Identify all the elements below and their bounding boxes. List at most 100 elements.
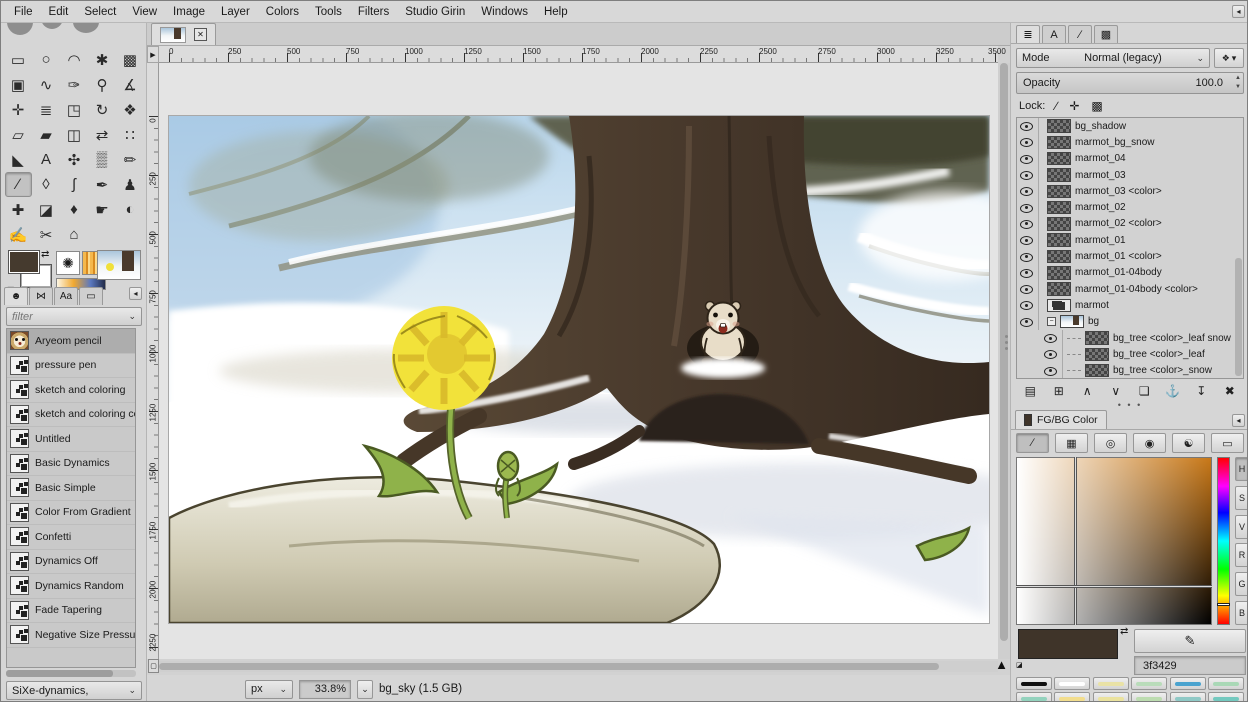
visibility-eye-icon[interactable] [1019, 202, 1034, 214]
tool-button[interactable]: ◠ [61, 47, 88, 72]
visibility-eye-icon[interactable] [1019, 299, 1034, 311]
tool-button[interactable]: ♦ [61, 197, 88, 222]
layer-mode-combo[interactable]: Mode Normal (legacy) ⌄ [1016, 48, 1210, 68]
lock-icon[interactable]: ✛ [1069, 99, 1079, 113]
tab-menu-button[interactable]: ◂ [1232, 5, 1245, 18]
menu-item[interactable]: Image [166, 4, 212, 20]
color-selector-button[interactable]: ∕ [1016, 433, 1049, 453]
dynamics-list-item[interactable]: Dynamics Off [7, 550, 135, 575]
layer-row[interactable]: marmot_bg_snow [1017, 134, 1243, 150]
visibility-eye-icon[interactable] [1019, 267, 1034, 279]
color-selector-button[interactable]: ▦ [1055, 433, 1088, 453]
horizontal-ruler[interactable]: 0250500750100012501500175020002250250027… [159, 46, 998, 63]
saturation-value-square[interactable] [1016, 457, 1212, 625]
layer-row[interactable]: marmot [1017, 297, 1243, 313]
color-history-swatch[interactable] [1093, 677, 1129, 690]
tool-button[interactable]: ✂ [33, 222, 60, 247]
layer-row[interactable]: bg_tree <color>_leaf [1017, 346, 1243, 362]
tab-menu-button[interactable]: ◂ [1232, 414, 1245, 427]
menu-item[interactable]: Layer [214, 4, 257, 20]
tool-button[interactable]: ◣ [5, 147, 32, 172]
dynamics-list-item[interactable]: Color From Gradient [7, 501, 135, 526]
quickmask-toggle[interactable]: ▢ [148, 659, 159, 673]
color-history-swatch[interactable] [1131, 692, 1167, 702]
color-selector-button[interactable]: ◉ [1133, 433, 1166, 453]
dynamics-list-item[interactable]: Basic Dynamics [7, 452, 135, 477]
dynamics-list-item[interactable]: Fade Tapering [7, 599, 135, 624]
dynamics-list-item[interactable]: Untitled [7, 427, 135, 452]
hex-input[interactable]: 3f3429 [1134, 656, 1246, 675]
layers-footer-button[interactable]: ✖ [1219, 382, 1241, 400]
layer-row[interactable]: marmot_01 <color> [1017, 248, 1243, 264]
dynamics-list-item[interactable]: sketch and coloring [7, 378, 135, 403]
visibility-eye-icon[interactable] [1019, 234, 1034, 246]
dock-separator-grip[interactable]: • • • [1011, 402, 1248, 410]
group-expander-icon[interactable]: − [1047, 317, 1056, 326]
tool-button[interactable]: ◳ [61, 97, 88, 122]
dialog-tab[interactable]: ≣ [1016, 25, 1040, 43]
layers-footer-button[interactable]: ⊞ [1048, 382, 1070, 400]
channel-button[interactable]: S [1235, 486, 1248, 510]
channel-button[interactable]: B [1235, 601, 1248, 625]
tool-button[interactable]: ∷ [117, 122, 144, 147]
layer-row[interactable]: bg_tree <color>_snow [1017, 362, 1243, 378]
channel-button[interactable]: H [1235, 457, 1248, 481]
tool-button[interactable]: ◫ [61, 122, 88, 147]
dynamics-list-item[interactable]: Confetti [7, 525, 135, 550]
dialog-tab[interactable]: A [1042, 25, 1066, 43]
lock-icon[interactable]: ▩ [1091, 99, 1102, 113]
tool-button[interactable]: ✍ [5, 222, 32, 247]
layer-row[interactable]: − bg [1017, 314, 1243, 330]
menu-item[interactable]: Windows [474, 4, 535, 20]
dialog-tab[interactable]: ⋈ [29, 287, 53, 305]
zoom-dropdown-button[interactable]: ⌄ [357, 680, 373, 699]
tool-button[interactable]: ⚲ [89, 72, 116, 97]
dialog-tab[interactable]: ∕ [1068, 25, 1092, 43]
color-history-swatch[interactable] [1208, 677, 1244, 690]
horizontal-scrollbar[interactable] [159, 661, 998, 672]
visibility-eye-icon[interactable] [1019, 136, 1034, 148]
layer-row[interactable]: marmot_04 [1017, 151, 1243, 167]
layer-row[interactable]: marmot_03 <color> [1017, 183, 1243, 199]
image-tab[interactable]: ✕ [151, 23, 216, 45]
tool-button[interactable]: ✛ [5, 97, 32, 122]
dynamics-list-item[interactable]: sketch and coloring copy [7, 403, 135, 428]
tool-button[interactable]: ✚ [5, 197, 32, 222]
visibility-eye-icon[interactable] [1019, 185, 1034, 197]
menu-item[interactable]: Colors [259, 4, 306, 20]
visibility-eye-icon[interactable] [1019, 218, 1034, 230]
hue-strip[interactable] [1217, 457, 1230, 625]
layer-row[interactable]: marmot_02 [1017, 199, 1243, 215]
visibility-eye-icon[interactable] [1019, 169, 1034, 181]
dialog-tab[interactable]: ▩ [1094, 25, 1118, 43]
tool-button[interactable]: ✒ [89, 172, 116, 197]
dialog-tab[interactable]: Aa [54, 287, 78, 305]
current-color-swatch[interactable] [1018, 629, 1118, 659]
canvas-viewport[interactable] [159, 63, 998, 659]
layer-row[interactable]: marmot_02 <color> [1017, 216, 1243, 232]
visibility-eye-icon[interactable] [1019, 251, 1034, 263]
ruler-origin-button[interactable]: ▶ [147, 46, 159, 63]
tool-button[interactable]: ∿ [33, 72, 60, 97]
layer-row[interactable]: marmot_01-04body <color> [1017, 281, 1243, 297]
layer-row[interactable]: marmot_01 [1017, 232, 1243, 248]
tool-button[interactable]: ❖ [117, 97, 144, 122]
visibility-eye-icon[interactable] [1019, 153, 1034, 165]
color-history-swatch[interactable] [1054, 677, 1090, 690]
color-selector-button[interactable]: ☯ [1172, 433, 1205, 453]
color-history-swatch[interactable] [1093, 692, 1129, 702]
layers-footer-button[interactable]: ∧ [1076, 382, 1098, 400]
tool-button[interactable]: ◪ [33, 197, 60, 222]
dynamics-filter-input[interactable]: filter ⌄ [6, 307, 142, 326]
color-history-swatch[interactable] [1054, 692, 1090, 702]
color-history-swatch[interactable] [1170, 677, 1206, 690]
unit-combo[interactable]: px ⌄ [245, 680, 293, 699]
dock-grip[interactable] [1004, 331, 1008, 353]
tool-button[interactable]: ☛ [89, 197, 116, 222]
mode-options-button[interactable]: ❖▾ [1214, 48, 1244, 68]
tool-button[interactable]: A [33, 147, 60, 172]
tool-button[interactable]: ◊ [33, 172, 60, 197]
visibility-eye-icon[interactable] [1043, 365, 1058, 377]
tool-button[interactable]: ≣ [33, 97, 60, 122]
tool-button[interactable]: ○ [33, 47, 60, 72]
